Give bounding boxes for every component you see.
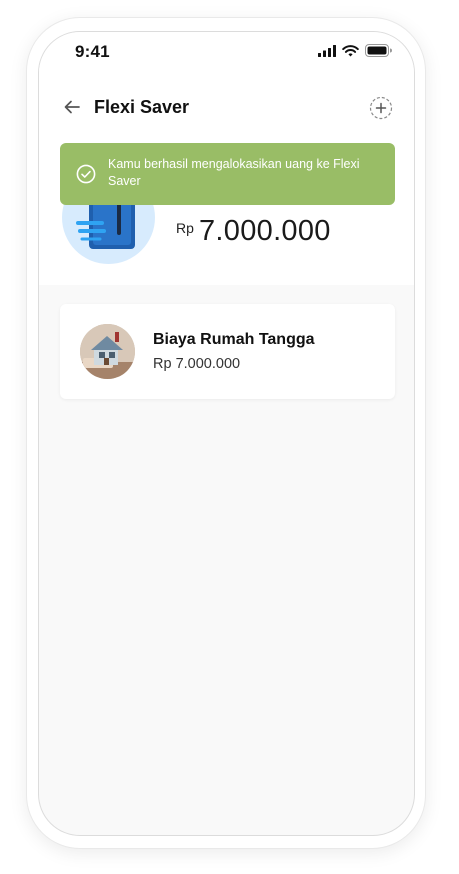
balance-section: 9:41 Flexi Saver Rp 7.000.000 Kamu berha… (39, 32, 414, 285)
success-toast: Kamu berhasil mengalokasikan uang ke Fle… (60, 143, 395, 205)
plus-circle-dashed-icon[interactable] (369, 96, 393, 120)
arrow-left-icon[interactable] (61, 96, 83, 118)
house-icon (80, 324, 135, 379)
status-bar: 9:41 (39, 32, 414, 76)
phone-screen: 9:41 Flexi Saver Rp 7.000.000 Kamu berha… (38, 31, 415, 836)
battery-icon (365, 44, 392, 57)
status-time: 9:41 (75, 42, 110, 61)
balance-currency: Rp (176, 220, 194, 236)
house-photo (80, 324, 135, 379)
balance-amount: 7.000.000 (199, 215, 331, 247)
goal-card[interactable]: Biaya Rumah Tangga Rp 7.000.000 (60, 304, 395, 399)
status-icons (318, 44, 392, 57)
signal-icon (318, 44, 336, 57)
wifi-icon (342, 44, 359, 56)
toast-message: Kamu berhasil mengalokasikan uang ke Fle… (108, 157, 360, 188)
goal-name: Biaya Rumah Tangga (153, 331, 315, 348)
goal-amount: Rp 7.000.000 (153, 356, 241, 372)
page-title: Flexi Saver (94, 97, 190, 117)
check-circle-icon (76, 164, 96, 184)
app-header: Flexi Saver (39, 92, 414, 124)
